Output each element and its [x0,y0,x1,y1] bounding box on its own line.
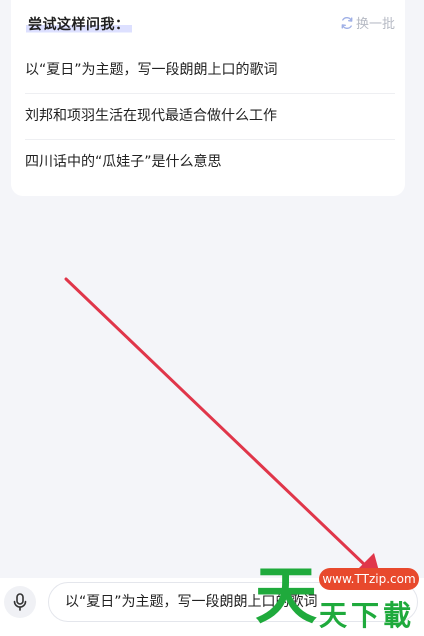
suggestion-item[interactable]: 刘邦和项羽生活在现代最适合做什么工作 [25,94,395,140]
chat-input-field[interactable]: 以“夏日”为主题，写一段朗朗上口的歌词 [48,582,418,622]
chat-input-bar: 以“夏日”为主题，写一段朗朗上口的歌词 [0,578,424,636]
microphone-icon [13,593,27,611]
refresh-icon [341,16,353,29]
refresh-label: 换一批 [355,17,395,32]
suggestion-card-title: 尝试这样问我： [26,14,132,34]
suggestion-item[interactable]: 以“夏日”为主题，写一段朗朗上口的歌词 [25,48,395,94]
voice-input-button[interactable] [4,586,36,618]
suggestion-card-header: 尝试这样问我： 换一批 [25,0,395,48]
suggestion-card: 尝试这样问我： 换一批 以“夏日”为主题，写一段朗朗上口的歌词 刘邦和项羽生活在… [11,0,405,196]
refresh-button[interactable]: 换一批 [340,13,395,32]
suggestion-item[interactable]: 四川话中的“瓜娃子”是什么意思 [25,140,395,185]
chat-page: 尝试这样问我： 换一批 以“夏日”为主题，写一段朗朗上口的歌词 刘邦和项羽生活在… [0,0,424,636]
